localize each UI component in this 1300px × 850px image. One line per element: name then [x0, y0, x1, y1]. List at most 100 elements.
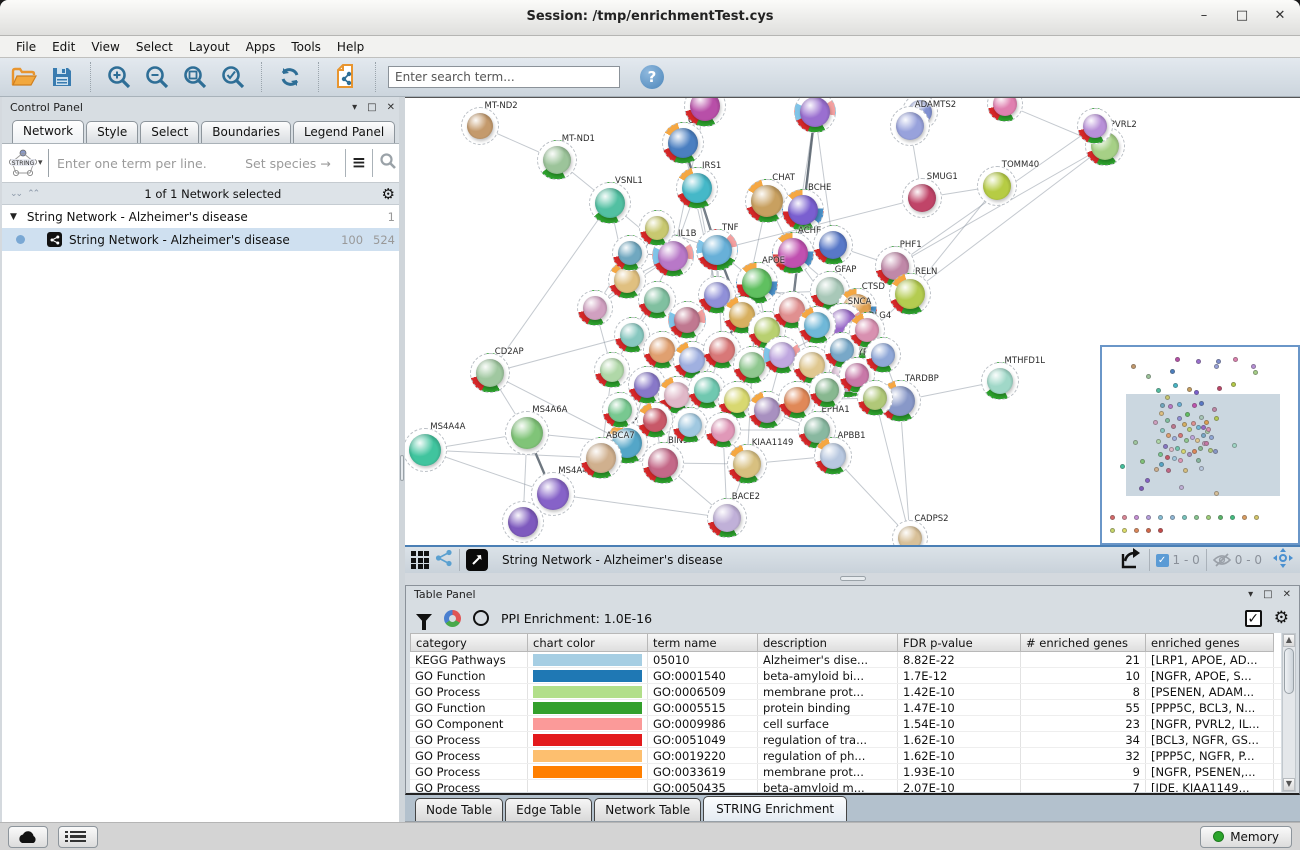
protein-node-smug1[interactable]: SMUG1	[902, 178, 942, 218]
string-query-input[interactable]	[57, 156, 245, 171]
scrollbar-thumb[interactable]	[1284, 648, 1294, 694]
protein-node-ache[interactable]: ACHE	[772, 232, 814, 274]
zoom-fit-icon[interactable]	[179, 62, 211, 92]
tab-boundaries[interactable]: Boundaries	[201, 121, 291, 143]
protein-node[interactable]	[637, 402, 673, 438]
help-icon[interactable]: ?	[640, 65, 664, 89]
network-canvas[interactable]: MT-ND2MT-ND1VSNL1GAB2IRS1CHATBCHEADAMTS2…	[405, 97, 1300, 545]
network-from-file-icon[interactable]	[331, 62, 363, 92]
tab-string-enrichment[interactable]: STRING Enrichment	[703, 796, 847, 821]
expand-all-icon[interactable]: ⌃⌃	[27, 189, 38, 199]
string-protein-query-selector[interactable]: STRING ▾	[8, 149, 48, 177]
remove-chart-icon[interactable]	[473, 610, 489, 626]
menu-help[interactable]: Help	[329, 38, 372, 56]
panel-menu-icon[interactable]: ▾	[352, 102, 357, 113]
protein-node[interactable]	[594, 352, 630, 388]
menu-apps[interactable]: Apps	[238, 38, 284, 56]
table-row[interactable]: KEGG Pathways05010Alzheimer's dise...8.8…	[410, 652, 1281, 668]
table-panel-menu-icon[interactable]: ▾	[1248, 589, 1253, 600]
protein-node-adamts2[interactable]: ADAMTS2	[890, 106, 930, 146]
close-button[interactable]: ✕	[1272, 8, 1288, 23]
protein-node[interactable]	[577, 290, 613, 326]
table-row[interactable]: GO ProcessGO:0033619membrane prot...1.93…	[410, 764, 1281, 780]
protein-node-mt-nd1[interactable]: MT-ND1	[537, 140, 577, 180]
table-settings-gear-icon[interactable]: ⚙	[1274, 608, 1289, 628]
panel-float-icon[interactable]: □	[367, 102, 376, 113]
grid-view-icon[interactable]	[411, 551, 429, 569]
string-search-icon[interactable]	[379, 152, 397, 174]
protein-node-irs1[interactable]: IRS1	[676, 167, 718, 209]
navigator-icon[interactable]	[1272, 547, 1294, 573]
menu-edit[interactable]: Edit	[44, 38, 83, 56]
protein-node-kiaa1149[interactable]: KIAA1149	[727, 444, 767, 484]
column-header-enriched-genes[interactable]: enriched genes	[1146, 633, 1274, 652]
set-species-label[interactable]: Set species →	[245, 156, 331, 171]
zoom-selected-icon[interactable]	[217, 62, 249, 92]
table-row[interactable]: GO FunctionGO:0001540beta-amyloid bi...1…	[410, 668, 1281, 684]
tab-network[interactable]: Network	[12, 120, 84, 143]
protein-node-tnf[interactable]: TNF	[696, 229, 738, 271]
protein-node[interactable]	[502, 501, 544, 543]
protein-node-tomm40[interactable]: TOMM40	[977, 166, 1017, 206]
protein-node-mt-nd2[interactable]: MT-ND2	[461, 107, 499, 145]
enrichment-chart-icon[interactable]	[444, 610, 461, 627]
table-panel-float-icon[interactable]: □	[1263, 589, 1272, 600]
memory-button[interactable]: Memory	[1200, 826, 1292, 848]
zoom-in-icon[interactable]	[103, 62, 135, 92]
tab-node-table[interactable]: Node Table	[415, 798, 503, 821]
search-input[interactable]	[388, 66, 620, 88]
table-scrollbar[interactable]: ▲ ▼	[1282, 633, 1296, 792]
protein-node-cd2ap[interactable]: CD2AP	[470, 353, 510, 393]
protein-node[interactable]	[1077, 108, 1113, 144]
collapse-triangle-icon[interactable]: ▼	[10, 212, 17, 222]
panel-close-icon[interactable]: ✕	[387, 102, 395, 113]
tab-legend-panel[interactable]: Legend Panel	[293, 121, 395, 143]
protein-node[interactable]	[857, 380, 893, 416]
table-row[interactable]: GO ProcessGO:0051049regulation of tra...…	[410, 732, 1281, 748]
protein-node-bche[interactable]: BCHE	[782, 189, 824, 231]
protein-node-vsnl1[interactable]: VSNL1	[589, 182, 631, 224]
menu-file[interactable]: File	[8, 38, 44, 56]
zoom-out-icon[interactable]	[141, 62, 173, 92]
menu-select[interactable]: Select	[128, 38, 181, 56]
save-session-button[interactable]	[46, 62, 78, 92]
collapse-all-icon[interactable]: ⌄⌄	[10, 189, 21, 199]
protein-node[interactable]	[639, 210, 675, 246]
task-history-button[interactable]	[58, 826, 98, 848]
column-header-chart-color[interactable]: chart color	[528, 633, 648, 652]
protein-node-ms4a6a[interactable]: MS4A6A	[505, 411, 549, 455]
protein-node[interactable]	[813, 225, 853, 265]
protein-node[interactable]	[602, 392, 638, 428]
protein-node-bace2[interactable]: BACE2	[707, 498, 747, 538]
maximize-button[interactable]: □	[1234, 8, 1250, 23]
protein-node-cadps2[interactable]: CADPS2	[892, 520, 928, 545]
string-options-icon[interactable]: ≡	[352, 153, 366, 173]
select-columns-icon[interactable]: ✓	[1245, 610, 1262, 627]
refresh-icon[interactable]	[274, 62, 306, 92]
column-header-term-name[interactable]: term name	[648, 633, 758, 652]
protein-node-gab2[interactable]: GAB2	[662, 122, 704, 164]
protein-node[interactable]	[865, 337, 901, 373]
protein-node-reln[interactable]: RELN	[889, 273, 931, 315]
table-row[interactable]: GO ProcessGO:0006509membrane prot...1.42…	[410, 684, 1281, 700]
table-row[interactable]: GO ProcessGO:0019220regulation of ph...1…	[410, 748, 1281, 764]
annotation-mode-icon[interactable]	[466, 549, 488, 571]
network-row[interactable]: String Network - Alzheimer's disease 100…	[2, 228, 403, 251]
network-options-gear-icon[interactable]: ⚙	[382, 185, 395, 203]
column-header-description[interactable]: description	[758, 633, 898, 652]
birds-eye-view[interactable]	[1100, 345, 1300, 545]
cloud-tasks-button[interactable]	[8, 826, 48, 848]
tab-style[interactable]: Style	[86, 121, 138, 143]
column-header--enriched-genes[interactable]: # enriched genes	[1021, 633, 1146, 652]
export-network-icon[interactable]	[1119, 546, 1143, 574]
protein-node-bin1[interactable]: BIN1	[642, 442, 684, 484]
menu-tools[interactable]: Tools	[283, 38, 329, 56]
table-row[interactable]: GO FunctionGO:0005515protein binding1.47…	[410, 700, 1281, 716]
protein-node-mthfd1l[interactable]: MTHFD1L	[981, 362, 1019, 400]
share-network-icon[interactable]	[435, 549, 453, 571]
menu-layout[interactable]: Layout	[181, 38, 238, 56]
table-panel-close-icon[interactable]: ✕	[1283, 589, 1291, 600]
menu-view[interactable]: View	[83, 38, 127, 56]
table-row[interactable]: GO ComponentGO:0009986cell surface1.54E-…	[410, 716, 1281, 732]
network-collection-row[interactable]: ▼ String Network - Alzheimer's disease 1	[2, 205, 403, 228]
